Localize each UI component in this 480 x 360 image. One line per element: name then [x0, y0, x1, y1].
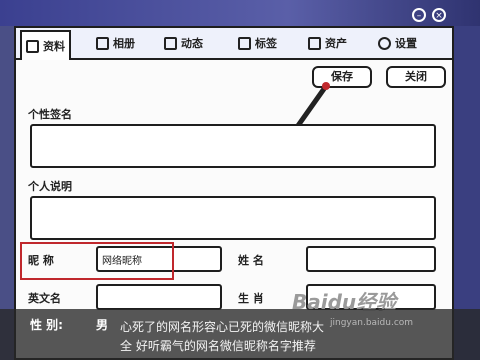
wallet-icon [308, 36, 321, 50]
english-name-label: 英文名 [28, 292, 61, 305]
tab-feed[interactable]: 动态 [164, 31, 203, 55]
tab-label: 资产 [325, 37, 347, 50]
watermark-url: jingyan.baidu.com [330, 318, 414, 328]
list-icon [164, 36, 177, 50]
tab-photos[interactable]: 相册 [96, 31, 135, 55]
tab-tags[interactable]: 标签 [238, 31, 277, 55]
profile-icon [26, 39, 39, 53]
subtitle-line-2: 全 好听霸气的网名微信昵称名字推荐 [120, 339, 316, 353]
intro-label: 个人说明 [28, 180, 72, 193]
tab-profile[interactable]: 资料 [20, 30, 71, 60]
nickname-highlight [20, 242, 174, 280]
tab-label: 标签 [255, 37, 277, 50]
desktop-top-bar [0, 0, 480, 26]
gear-icon [378, 36, 391, 50]
close-icon[interactable]: × [432, 8, 446, 22]
subtitle-line-1: 心死了的网名形容心已死的微信昵称大 [120, 320, 325, 334]
minimize-icon[interactable]: – [412, 8, 426, 22]
tab-label: 相册 [113, 37, 135, 50]
zodiac-label: 生 肖 [238, 292, 264, 305]
signature-label: 个性签名 [28, 108, 72, 121]
english-name-input[interactable] [96, 284, 222, 310]
intro-input[interactable] [30, 196, 436, 240]
tab-bar: 资料 相册 动态 标签 资产 设置 [16, 28, 452, 60]
gender-label: 性 别: [30, 318, 63, 332]
gender-value[interactable]: 男 [96, 316, 108, 333]
name-input[interactable] [306, 246, 436, 272]
bookmark-icon [238, 36, 251, 50]
tab-assets[interactable]: 资产 [308, 31, 347, 55]
tab-label: 设置 [395, 37, 417, 50]
tab-label: 资料 [43, 40, 65, 53]
subtitle-overlay: 心死了的网名形容心已死的微信昵称大 全 好听霸气的网名微信昵称名字推荐 [0, 309, 480, 360]
close-button[interactable]: 关闭 [386, 66, 446, 88]
signature-input[interactable] [30, 124, 436, 168]
photo-icon [96, 36, 109, 50]
tab-settings[interactable]: 设置 [378, 31, 417, 55]
tab-label: 动态 [181, 37, 203, 50]
name-label: 姓 名 [238, 254, 264, 267]
